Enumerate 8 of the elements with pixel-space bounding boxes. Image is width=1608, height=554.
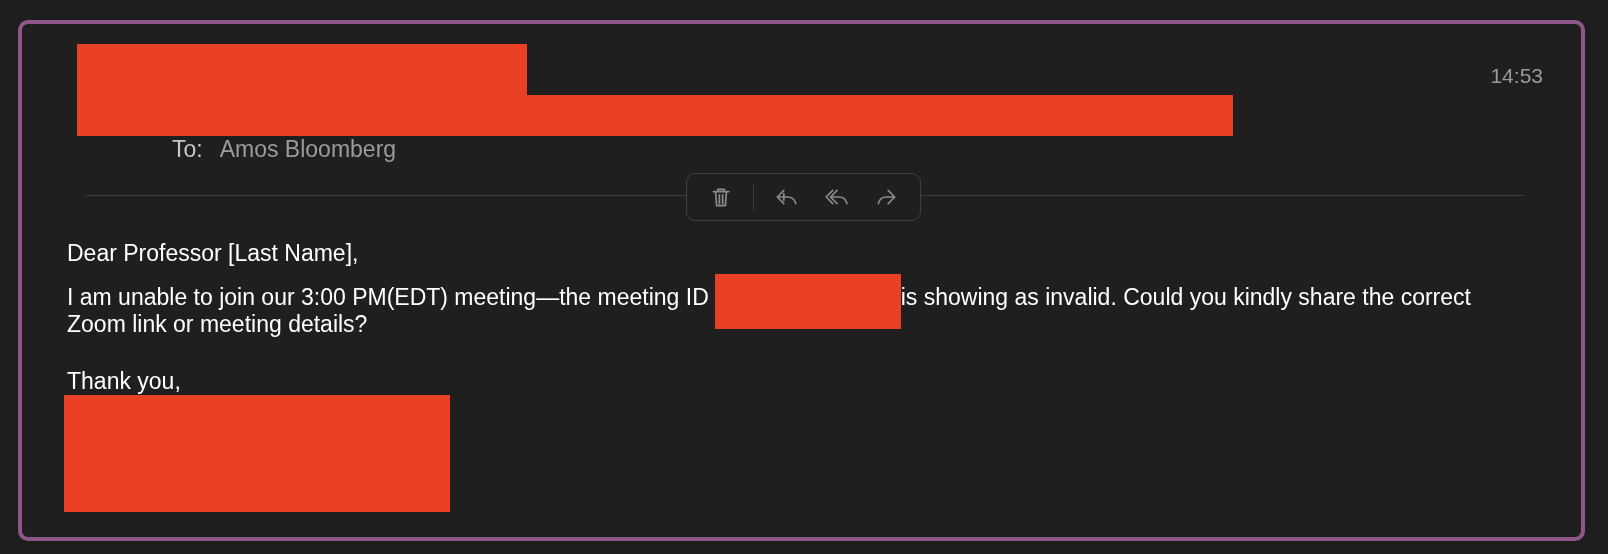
body-text: is showing as invalid. Could you kindly share the correct <box>900 284 1471 311</box>
body-text: I am unable to join our 3:00 PM(EDT) meeting—the meeting ID <box>67 284 709 311</box>
greeting-text: Dear Professor [Last Name], <box>67 240 359 267</box>
closing-text: Thank you, <box>67 368 181 395</box>
message-time: 14:53 <box>1490 63 1543 89</box>
recipient-name: Amos Bloomberg <box>219 135 397 164</box>
body-text: Zoom link or meeting details? <box>67 311 368 338</box>
to-label: To: <box>172 135 203 164</box>
